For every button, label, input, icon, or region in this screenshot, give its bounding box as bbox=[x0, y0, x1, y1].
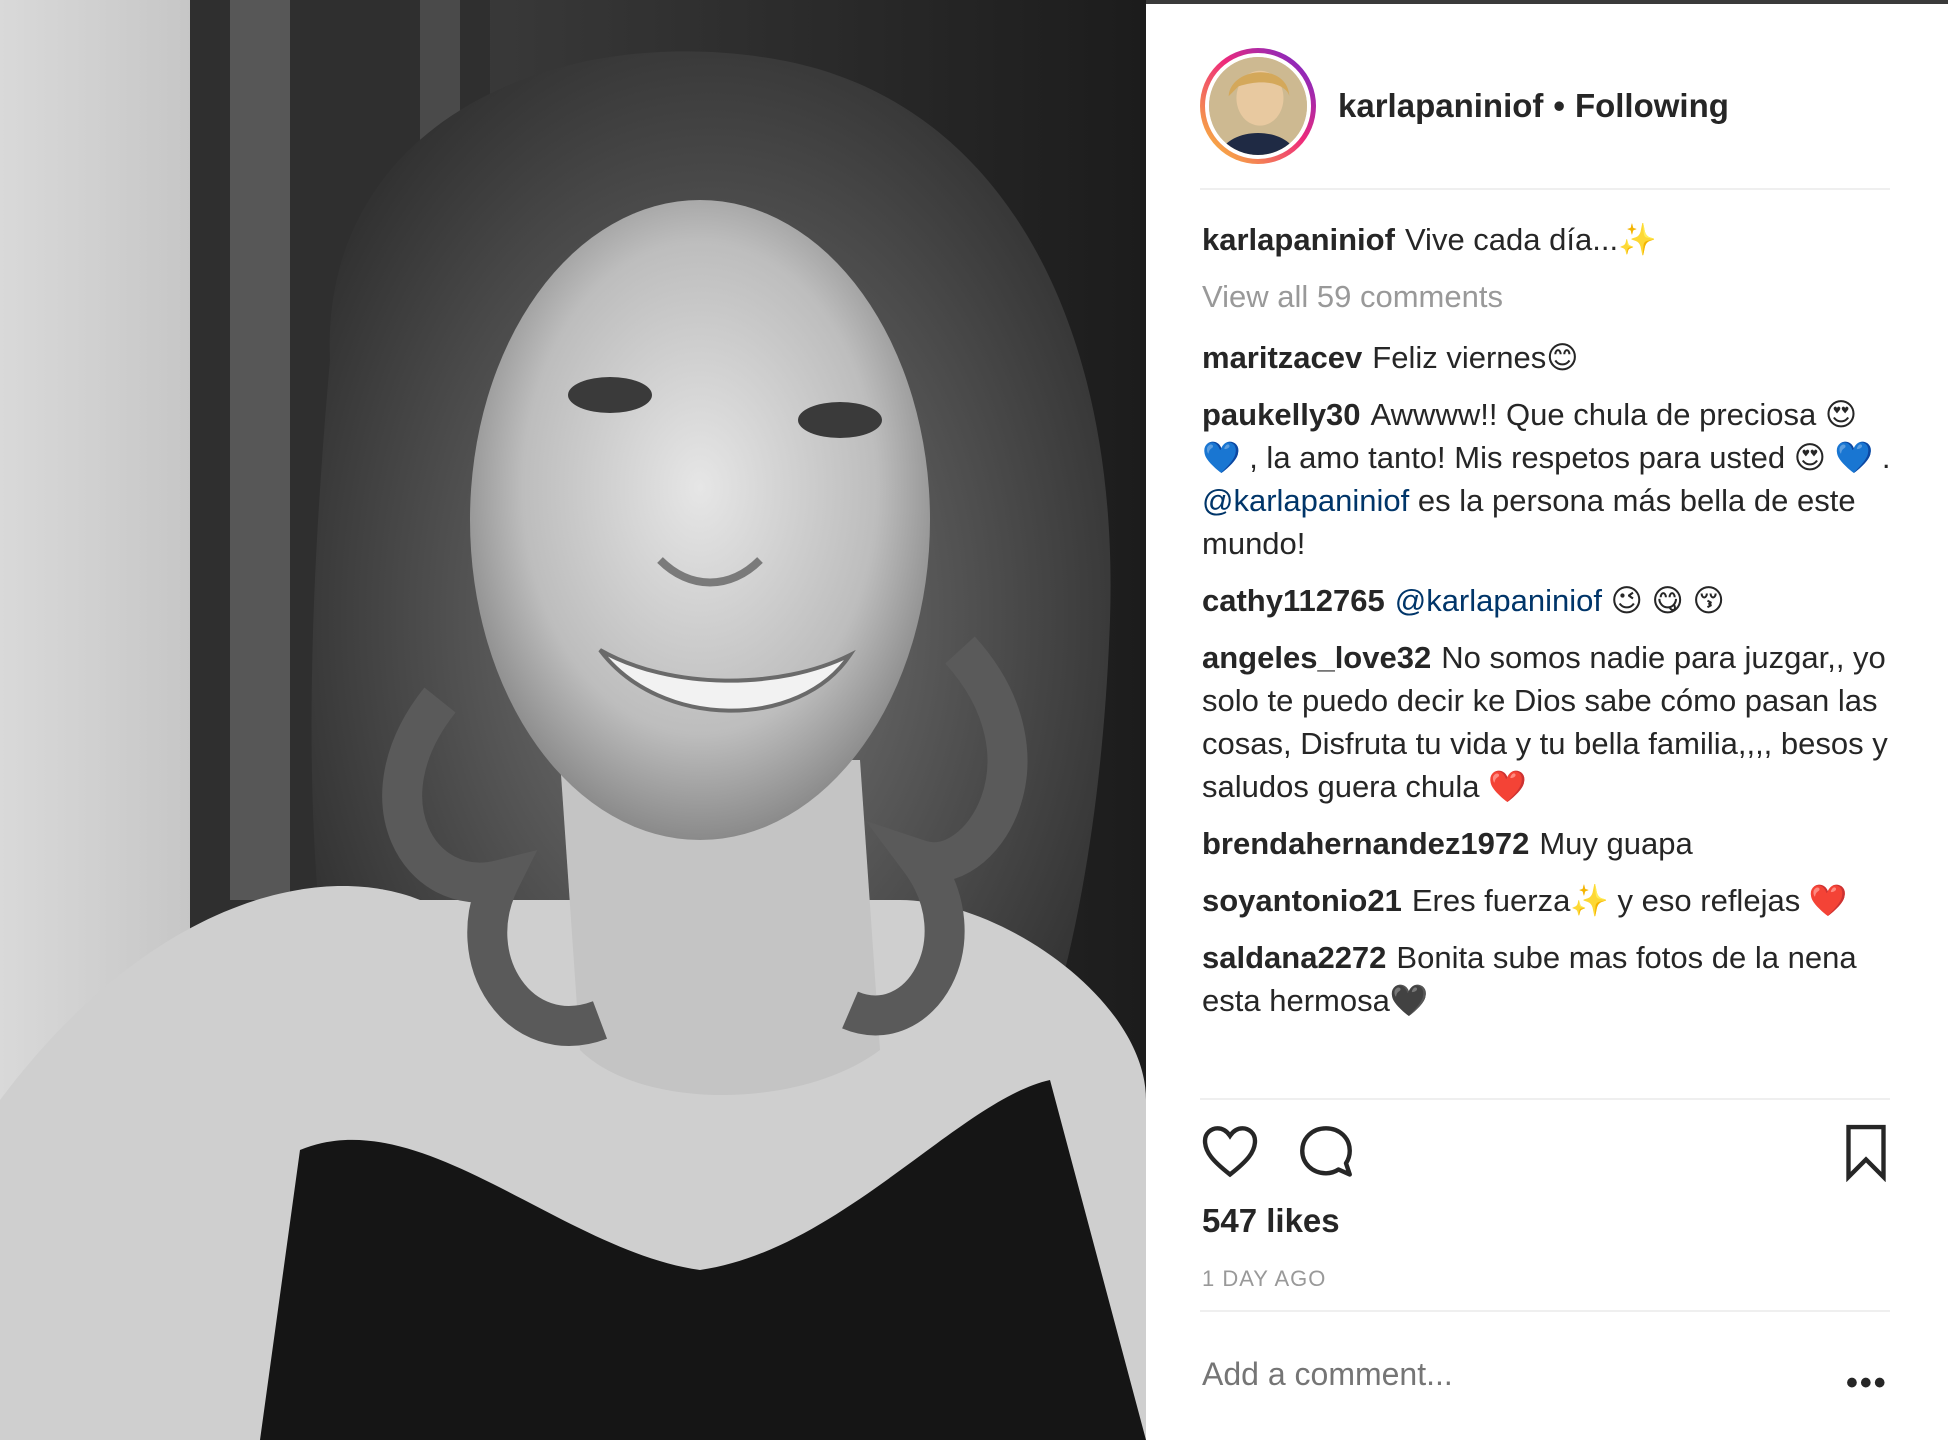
avatar-image bbox=[1209, 57, 1307, 155]
caption: karlapaniniof Vive cada día...✨ bbox=[1202, 218, 1902, 261]
comment-username[interactable]: paukelly30 bbox=[1202, 397, 1361, 432]
caption-text: Vive cada día...✨ bbox=[1404, 222, 1657, 257]
more-options-icon[interactable]: ••• bbox=[1846, 1364, 1888, 1403]
selfie-photo bbox=[0, 0, 1146, 1440]
instagram-post: karlapaniniof • Following karlapaniniof Viv… bbox=[0, 0, 1948, 1440]
likes-count[interactable]: 547 likes bbox=[1202, 1202, 1340, 1240]
divider bbox=[1200, 1098, 1890, 1100]
comment-item: saldana2272 Bonita sube mas fotos de la n… bbox=[1202, 936, 1902, 1022]
post-side-panel: karlapaniniof • Following karlapaniniof Viv… bbox=[1146, 0, 1948, 1440]
comments-list[interactable]: karlapaniniof Vive cada día...✨ View all … bbox=[1202, 218, 1902, 1098]
bookmark-icon[interactable] bbox=[1836, 1122, 1896, 1183]
avatar[interactable] bbox=[1205, 53, 1311, 159]
heart-outline-icon[interactable] bbox=[1200, 1122, 1260, 1182]
comment-username[interactable]: angeles_love32 bbox=[1202, 640, 1431, 675]
caption-username[interactable]: karlapaniniof bbox=[1202, 222, 1395, 257]
header-username[interactable]: karlapaniniof bbox=[1338, 87, 1543, 124]
comment-username[interactable]: maritzacev bbox=[1202, 340, 1362, 375]
comment-item: soyantonio21 Eres fuerza✨ y eso reflejas … bbox=[1202, 879, 1902, 922]
comment-item: angeles_love32 No somos nadie para juzgar… bbox=[1202, 636, 1902, 808]
comment-username[interactable]: saldana2272 bbox=[1202, 940, 1386, 975]
header-separator: • bbox=[1553, 87, 1565, 124]
comment-text: Eres fuerza✨ y eso reflejas ❤️ bbox=[1411, 883, 1848, 918]
comment-mention[interactable]: @karlapaniniof bbox=[1395, 583, 1602, 618]
comment-text: 😉 😋 😚 bbox=[1610, 583, 1725, 618]
post-header: karlapaniniof • Following bbox=[1200, 36, 1890, 190]
add-comment-input[interactable] bbox=[1202, 1356, 1802, 1393]
comment-username[interactable]: cathy112765 bbox=[1202, 583, 1385, 618]
comment-text: Muy guapa bbox=[1539, 826, 1693, 861]
post-timestamp[interactable]: 1 DAY AGO bbox=[1202, 1266, 1326, 1292]
avatar-story-ring[interactable] bbox=[1200, 48, 1316, 164]
comment-bubble-icon[interactable] bbox=[1296, 1122, 1356, 1182]
action-bar bbox=[1200, 1122, 1890, 1183]
comment-item: brendahernandez1972 Muy guapa bbox=[1202, 822, 1902, 865]
following-button[interactable]: Following bbox=[1575, 87, 1729, 124]
comment-mention[interactable]: @karlapaniniof bbox=[1202, 483, 1409, 518]
header-text: karlapaniniof • Following bbox=[1338, 87, 1729, 125]
comment-item: paukelly30 Awwww!! Que chula de preciosa … bbox=[1202, 393, 1902, 565]
comment-item: maritzacev Feliz viernes😊 bbox=[1202, 336, 1902, 379]
post-photo[interactable] bbox=[0, 0, 1146, 1440]
comment-username[interactable]: soyantonio21 bbox=[1202, 883, 1402, 918]
view-all-comments-link[interactable]: View all 59 comments bbox=[1202, 275, 1902, 318]
divider bbox=[1200, 1310, 1890, 1312]
comment-text: Feliz viernes😊 bbox=[1372, 340, 1579, 375]
comment-item: cathy112765 @karlapaniniof 😉 😋 😚 bbox=[1202, 579, 1902, 622]
comment-username[interactable]: brendahernandez1972 bbox=[1202, 826, 1529, 861]
